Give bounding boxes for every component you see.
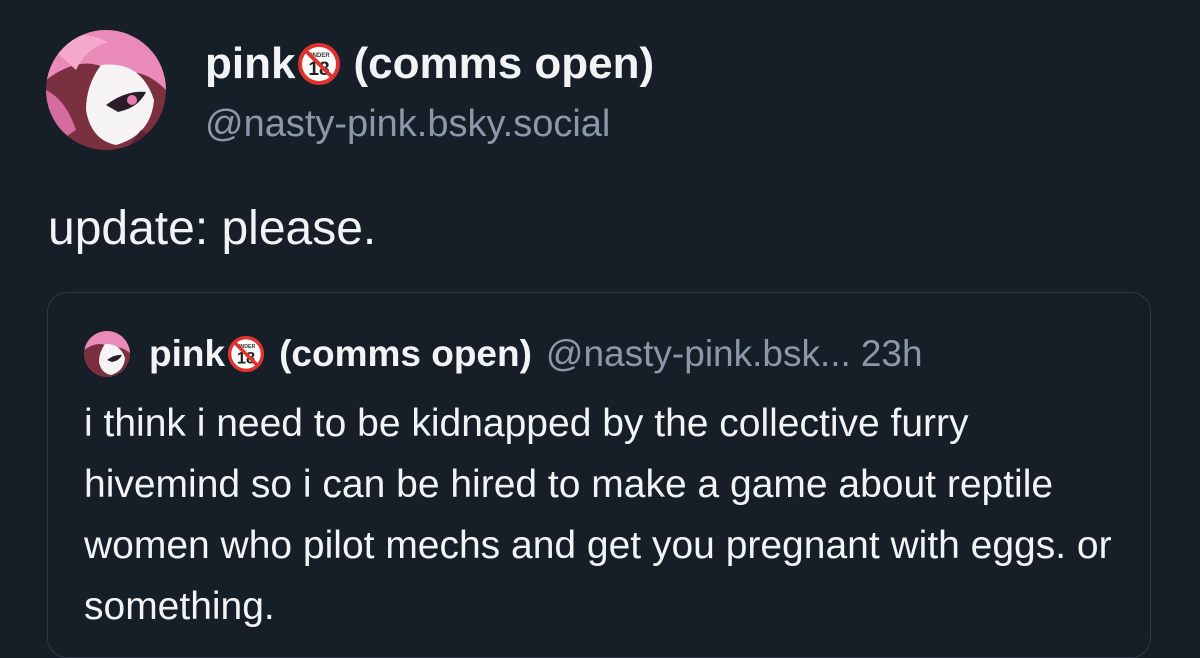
author-name-suffix: (comms open): [353, 39, 655, 88]
under-18-icon: UNDER 18: [227, 335, 265, 373]
quoted-post-text: i think i need to be kidnapped by the co…: [84, 402, 1112, 628]
quoted-post[interactable]: pink UNDER 18 (comms open) @nasty-pink.b…: [47, 292, 1151, 658]
post-header: pink UNDER 18 (comms open) @nasty-pink.b…: [205, 36, 654, 148]
avatar-image: [46, 30, 166, 150]
author-display-name[interactable]: pink UNDER 18 (comms open): [205, 36, 654, 92]
author-name: pink: [205, 39, 296, 88]
under-18-icon: UNDER 18: [297, 42, 341, 86]
quoted-author-avatar[interactable]: [84, 331, 130, 377]
quoted-avatar-image: [84, 331, 130, 377]
quoted-author-name: pink: [149, 333, 226, 374]
author-avatar[interactable]: [46, 30, 166, 150]
author-handle[interactable]: @nasty-pink.bsky.social: [205, 100, 654, 148]
quoted-post-header: pink UNDER 18 (comms open) @nasty-pink.b…: [84, 331, 923, 377]
quoted-timestamp[interactable]: 23h: [861, 331, 923, 377]
quoted-author-name-suffix: (comms open): [279, 333, 532, 374]
post-text: update: please.: [48, 202, 377, 255]
quoted-author-handle[interactable]: @nasty-pink.bsk...: [546, 331, 851, 377]
post: pink UNDER 18 (comms open) @nasty-pink.b…: [0, 0, 1200, 658]
